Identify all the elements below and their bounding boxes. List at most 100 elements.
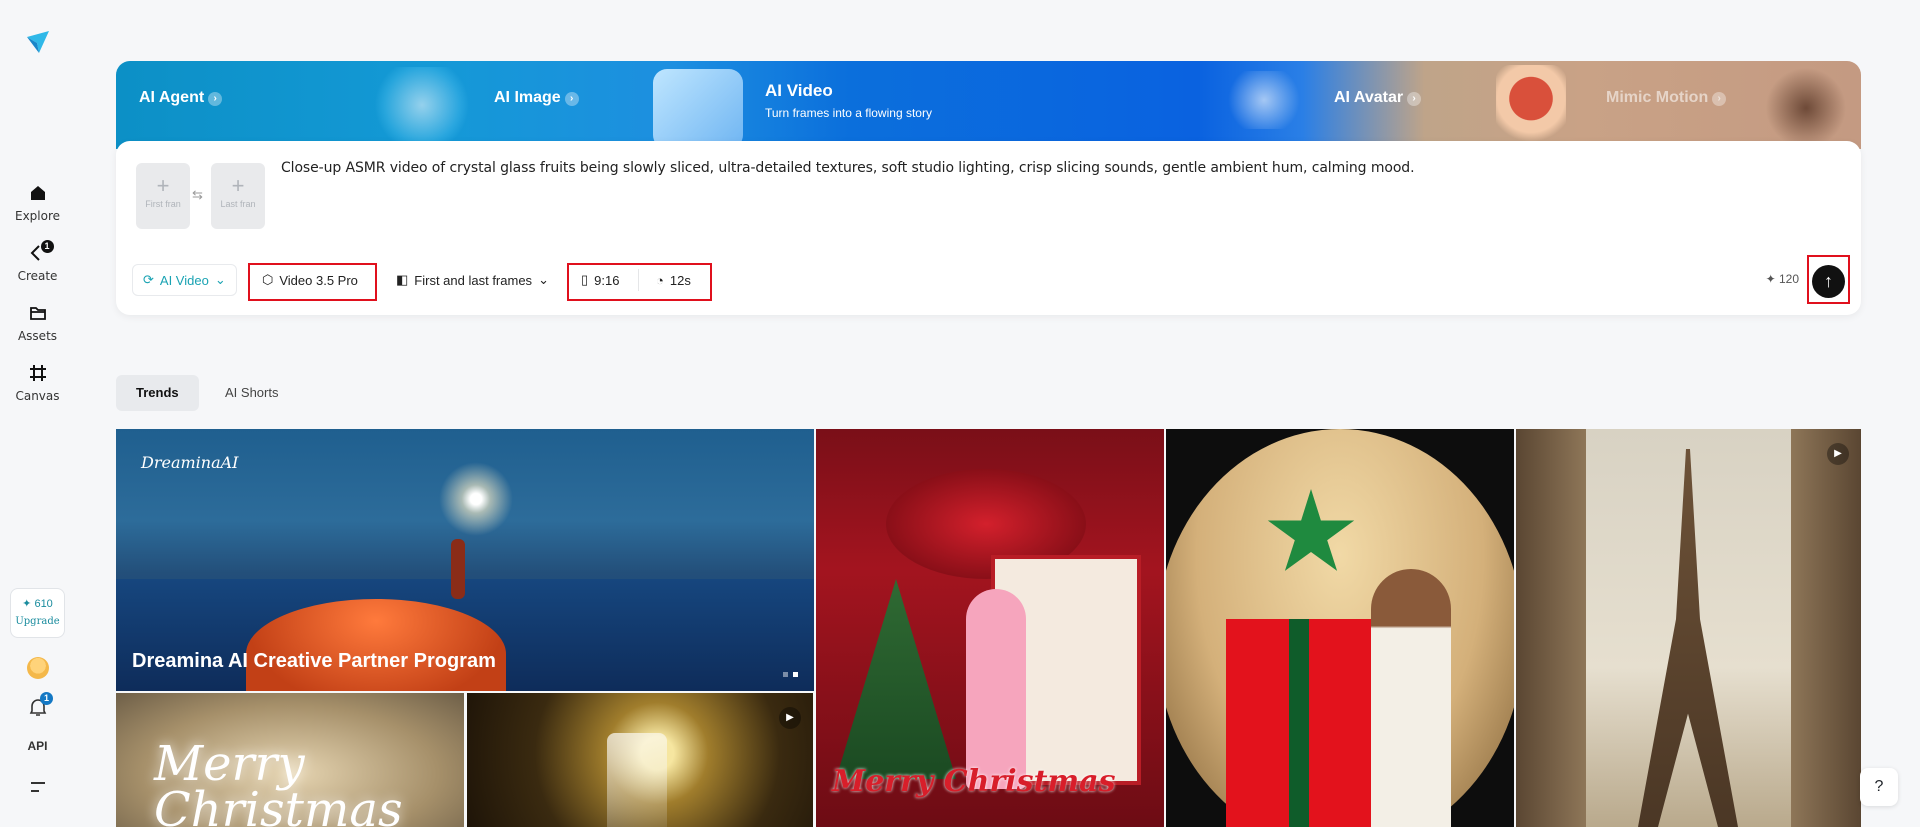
folder-icon bbox=[29, 307, 46, 320]
tab-label: AI Avatar bbox=[1334, 89, 1404, 106]
model-select[interactable]: ⬡ Video 3.5 Pro bbox=[252, 264, 368, 296]
model-label: Video 3.5 Pro bbox=[279, 272, 358, 288]
star-glow bbox=[436, 459, 516, 539]
sidebar-item-create[interactable]: 1 Create bbox=[0, 240, 75, 285]
first-frame-label: First fran bbox=[145, 199, 181, 209]
clock-icon: ◔ bbox=[656, 272, 664, 288]
gift-ribbon bbox=[1289, 619, 1309, 827]
feature-tabs-banner: AI Agent › AI Image › AI Video Turn frames… bbox=[116, 61, 1861, 149]
avatar-illustration bbox=[1496, 65, 1566, 149]
upgrade-label: Upgrade bbox=[15, 616, 60, 627]
sidebar: Explore 1 Create Assets Canvas ✦ 610 Upg… bbox=[0, 0, 75, 827]
carousel-dots[interactable] bbox=[783, 672, 798, 677]
tab-ai-shorts[interactable]: AI Shorts bbox=[205, 375, 298, 411]
chevron-right-icon: › bbox=[208, 92, 223, 106]
sidebar-item-label: Canvas bbox=[15, 389, 60, 403]
merry-christmas-text: Merry Christmas bbox=[154, 736, 403, 827]
tab-ai-video[interactable]: AI Video Turn frames into a flowing stor… bbox=[765, 81, 932, 120]
tab-trends[interactable]: Trends bbox=[116, 375, 199, 411]
mode-label: AI Video bbox=[159, 272, 209, 288]
last-frame-upload[interactable]: + Last fran bbox=[211, 163, 265, 229]
plus-icon: + bbox=[231, 173, 245, 198]
create-icon: 1 bbox=[28, 240, 54, 263]
building-right bbox=[1791, 429, 1861, 827]
play-icon: ▶ bbox=[779, 707, 801, 729]
image-illustration bbox=[653, 69, 743, 149]
tab-ai-image[interactable]: AI Image › bbox=[494, 89, 579, 107]
chevron-right-icon: › bbox=[1712, 92, 1727, 106]
chevron-down-icon: ⌄ bbox=[214, 272, 226, 287]
carousel-dot[interactable] bbox=[783, 672, 788, 677]
glass-card[interactable]: ▶ bbox=[467, 693, 813, 827]
credits-count: ✦ 610 bbox=[22, 598, 53, 610]
tab-label: AI Image bbox=[494, 89, 561, 106]
video-illustration bbox=[1222, 71, 1306, 129]
paris-card[interactable]: ▶ bbox=[1516, 429, 1861, 827]
play-icon: ▶ bbox=[1827, 443, 1849, 465]
eiffel-tower bbox=[1638, 449, 1738, 827]
home-icon bbox=[30, 186, 45, 200]
doll bbox=[966, 589, 1026, 789]
aspect-ratio-select[interactable]: ▯ 9:16 bbox=[571, 264, 629, 296]
help-button[interactable]: ? bbox=[1860, 768, 1898, 806]
notifications-button[interactable]: 1 bbox=[27, 692, 53, 718]
divider bbox=[638, 269, 639, 291]
first-frame-upload[interactable]: + First fran bbox=[136, 163, 190, 229]
bow-card[interactable]: Merry Christmas bbox=[816, 429, 1164, 827]
carousel-dot[interactable] bbox=[793, 672, 798, 677]
arrow-up-icon: ↑ bbox=[1824, 271, 1833, 291]
mode-select[interactable]: ⟳ AI Video ⌄ bbox=[132, 264, 237, 296]
phone-icon: ▯ bbox=[581, 272, 589, 287]
swap-icon[interactable]: ⇆ bbox=[192, 187, 203, 203]
dreamina-logo[interactable] bbox=[25, 29, 51, 55]
menu-icon[interactable] bbox=[29, 780, 47, 794]
sidebar-item-label: Assets bbox=[17, 329, 58, 343]
frames-mode-select[interactable]: ◧ First and last frames ⌄ bbox=[386, 264, 559, 296]
sidebar-item-label: Explore bbox=[14, 209, 61, 223]
cube-icon: ⬡ bbox=[262, 272, 274, 287]
tab-label: Mimic Motion bbox=[1606, 89, 1709, 106]
tab-ai-avatar[interactable]: AI Avatar › bbox=[1334, 89, 1422, 107]
christmas-card[interactable]: Merry Christmas bbox=[116, 693, 464, 827]
gift-card[interactable] bbox=[1166, 429, 1514, 827]
prompt-composer: + First fran ⇆ + Last fran Close-up ASMR… bbox=[116, 141, 1861, 315]
agent-illustration bbox=[372, 67, 472, 143]
woman bbox=[1371, 569, 1451, 827]
sidebar-item-explore[interactable]: Explore bbox=[0, 183, 75, 225]
tab-subtitle: Turn frames into a flowing story bbox=[765, 106, 932, 120]
duration-select[interactable]: ◔ 12s bbox=[646, 264, 701, 296]
generate-button[interactable]: ↑ bbox=[1812, 265, 1845, 298]
chevron-right-icon: › bbox=[1407, 92, 1422, 106]
plus-icon: + bbox=[156, 173, 170, 198]
mimic-illustration bbox=[1766, 67, 1846, 149]
chevron-down-icon: ⌄ bbox=[538, 272, 549, 287]
tab-mimic-motion[interactable]: Mimic Motion › bbox=[1606, 89, 1727, 107]
building-left bbox=[1516, 429, 1586, 827]
tree bbox=[836, 579, 956, 779]
merry-christmas-sticker: Merry Christmas bbox=[832, 764, 1116, 799]
sidebar-item-canvas[interactable]: Canvas bbox=[0, 363, 75, 405]
sidebar-item-assets[interactable]: Assets bbox=[0, 303, 75, 345]
video-mode-icon: ⟳ bbox=[143, 272, 154, 287]
frames-icon: ◧ bbox=[396, 272, 409, 287]
avatar[interactable] bbox=[27, 657, 49, 679]
help-icon: ? bbox=[1874, 778, 1884, 795]
sidebar-item-label: Create bbox=[17, 269, 58, 283]
upgrade-button[interactable]: ✦ 610 Upgrade bbox=[10, 588, 65, 638]
notifications-badge: 1 bbox=[40, 692, 53, 705]
hero-title: Dreamina AI Creative Partner Program bbox=[132, 650, 496, 672]
tab-ai-agent[interactable]: AI Agent › bbox=[139, 89, 223, 107]
duration-label: 12s bbox=[669, 272, 691, 288]
frames-mode-label: First and last frames bbox=[414, 272, 533, 288]
glass bbox=[607, 733, 667, 827]
hero-card[interactable]: DreaminaAI Dreamina AI Creative Partner … bbox=[116, 429, 814, 691]
api-link[interactable]: API bbox=[0, 739, 75, 753]
generation-cost: ✦ 120 bbox=[1765, 272, 1799, 286]
last-frame-label: Last fran bbox=[220, 199, 256, 209]
chevron-right-icon: › bbox=[564, 92, 579, 106]
canvas-icon bbox=[29, 365, 46, 381]
dreamina-brand: DreaminaAI bbox=[141, 453, 239, 472]
prompt-input[interactable]: Close-up ASMR video of crystal glass fru… bbox=[281, 160, 1415, 176]
tab-label: AI Agent bbox=[139, 89, 205, 106]
figure bbox=[451, 539, 465, 599]
